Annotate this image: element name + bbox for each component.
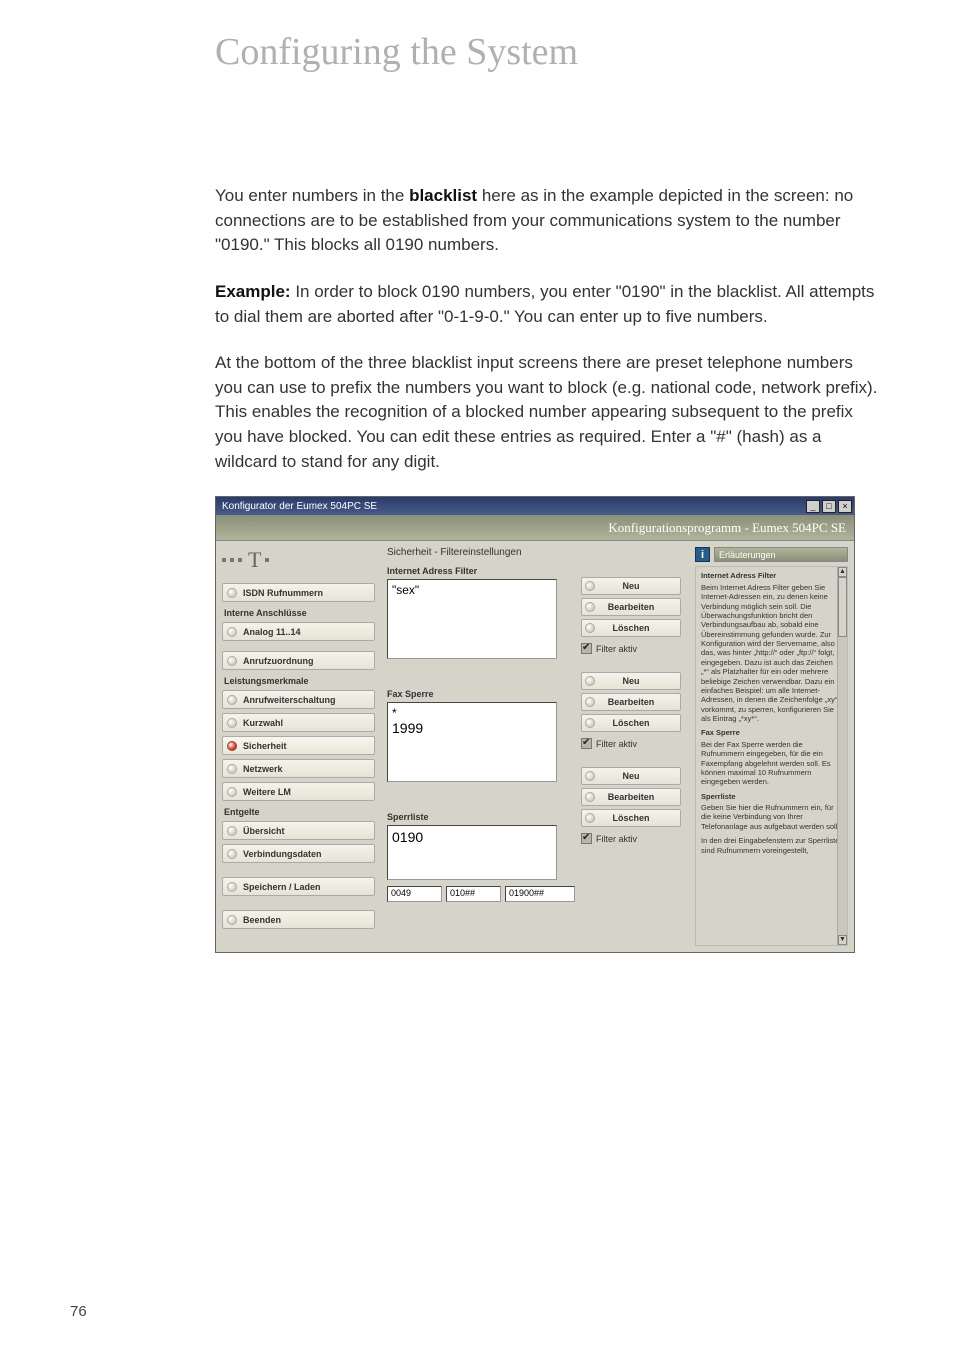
window-close-button[interactable]: × [838, 500, 852, 513]
help-p1: Beim Internet Adress Filter geben Sie In… [701, 583, 842, 724]
help-p3: Geben Sie hier die Rufnummern ein, für d… [701, 803, 842, 831]
nav-sidebar: T ISDN Rufnummern Interne Anschlüsse Ana… [216, 541, 381, 952]
help-p4: In den drei Eingabefenstern zur Sperrlis… [701, 836, 842, 855]
listbox-fax-sperre[interactable]: * 1999 [387, 702, 557, 782]
para-3: At the bottom of the three blacklist inp… [215, 351, 884, 400]
help-body: Internet Adress Filter Beim Internet Adr… [695, 566, 848, 946]
btn-loeschen-3[interactable]: Löschen [581, 809, 681, 827]
checkbox-icon [581, 643, 592, 654]
breadcrumb: Sicherheit - Filtereinstellungen [387, 547, 577, 558]
nav-anrufweiterschaltung[interactable]: Anrufweiterschaltung [222, 690, 375, 709]
btn-loeschen-2[interactable]: Löschen [581, 714, 681, 732]
help-h3: Sperrliste [701, 792, 842, 801]
help-p2: Bei der Fax Sperre werden die Rufnummern… [701, 740, 842, 787]
window-titlebar: Konfigurator der Eumex 504PC SE _ □ × [216, 497, 854, 515]
help-h1: Internet Adress Filter [701, 571, 842, 580]
nav-uebersicht[interactable]: Übersicht [222, 821, 375, 840]
scroll-up-icon[interactable]: ▲ [838, 567, 847, 577]
label-internet-filter: Internet Adress Filter [387, 566, 577, 576]
nav-anrufzuordnung[interactable]: Anrufzuordnung [222, 651, 375, 670]
nav-analog[interactable]: Analog 11..14 [222, 622, 375, 641]
brand-logo: T [222, 547, 375, 573]
page-title: Configuring the System [215, 30, 884, 74]
window-maximize-button[interactable]: □ [822, 500, 836, 513]
nav-heading-interne: Interne Anschlüsse [224, 608, 375, 618]
para-4: This enables the recognition of a blocke… [215, 400, 884, 474]
info-icon: i [695, 547, 710, 562]
app-banner: Konfigurationsprogramm - Eumex 504PC SE [216, 515, 854, 541]
btn-neu-2[interactable]: Neu [581, 672, 681, 690]
nav-weitere-lm[interactable]: Weitere LM [222, 782, 375, 801]
prefill-row: 0049 010## 01900## [387, 886, 577, 902]
btn-loeschen-1[interactable]: Löschen [581, 619, 681, 637]
window-title: Konfigurator der Eumex 504PC SE [222, 501, 377, 512]
para-1: You enter numbers in the blacklist here … [215, 184, 884, 258]
scroll-thumb[interactable] [838, 577, 847, 637]
help-panel: i Erläuterungen Internet Adress Filter B… [689, 541, 854, 952]
t-logo-icon: T [248, 547, 261, 573]
prefill-2[interactable]: 010## [446, 886, 501, 902]
nav-speichern-laden[interactable]: Speichern / Laden [222, 877, 375, 896]
para-2: Example: In order to block 0190 numbers,… [215, 280, 884, 329]
chk-filter-aktiv-2[interactable]: Filter aktiv [581, 738, 681, 749]
nav-kurzwahl[interactable]: Kurzwahl [222, 713, 375, 732]
btn-bearbeiten-1[interactable]: Bearbeiten [581, 598, 681, 616]
listbox-internet-filter[interactable]: "sex" [387, 579, 557, 659]
help-h2: Fax Sperre [701, 728, 842, 737]
prefill-3[interactable]: 01900## [505, 886, 575, 902]
btn-bearbeiten-2[interactable]: Bearbeiten [581, 693, 681, 711]
nav-beenden[interactable]: Beenden [222, 910, 375, 929]
nav-heading-entgelte: Entgelte [224, 807, 375, 817]
page-number: 76 [70, 1303, 87, 1320]
nav-sicherheit[interactable]: Sicherheit [222, 736, 375, 755]
btn-neu-1[interactable]: Neu [581, 577, 681, 595]
nav-verbindungsdaten[interactable]: Verbindungsdaten [222, 844, 375, 863]
nav-heading-lm: Leistungsmerkmale [224, 676, 375, 686]
label-sperrliste: Sperrliste [387, 812, 577, 822]
checkbox-icon [581, 833, 592, 844]
window-minimize-button[interactable]: _ [806, 500, 820, 513]
prefill-1[interactable]: 0049 [387, 886, 442, 902]
chk-filter-aktiv-1[interactable]: Filter aktiv [581, 643, 681, 654]
chk-filter-aktiv-3[interactable]: Filter aktiv [581, 833, 681, 844]
help-title: Erläuterungen [714, 547, 848, 562]
body-text: You enter numbers in the blacklist here … [215, 184, 884, 474]
listbox-sperrliste[interactable]: 0190 [387, 825, 557, 880]
checkbox-icon [581, 738, 592, 749]
scroll-down-icon[interactable]: ▼ [838, 935, 847, 945]
label-fax-sperre: Fax Sperre [387, 689, 577, 699]
btn-neu-3[interactable]: Neu [581, 767, 681, 785]
nav-isdn-rufnummern[interactable]: ISDN Rufnummern [222, 583, 375, 602]
btn-bearbeiten-3[interactable]: Bearbeiten [581, 788, 681, 806]
help-scrollbar[interactable]: ▲ ▼ [837, 567, 847, 945]
nav-netzwerk[interactable]: Netzwerk [222, 759, 375, 778]
center-panel: Sicherheit - Filtereinstellungen Interne… [381, 541, 689, 952]
app-window: Konfigurator der Eumex 504PC SE _ □ × Ko… [215, 496, 855, 953]
